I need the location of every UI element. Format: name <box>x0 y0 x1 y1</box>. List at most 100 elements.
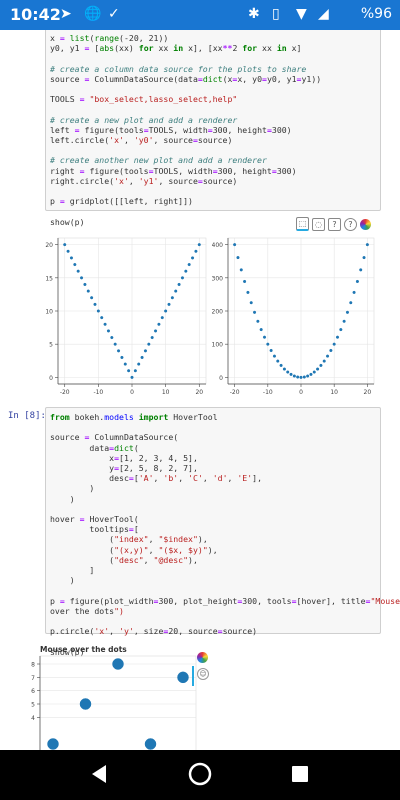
data-point[interactable] <box>335 335 340 339</box>
data-point[interactable] <box>174 289 178 293</box>
data-point[interactable] <box>345 310 350 314</box>
data-point[interactable] <box>197 243 201 247</box>
data-point[interactable] <box>180 276 185 280</box>
data-point[interactable] <box>365 243 369 247</box>
data-point[interactable] <box>73 262 77 267</box>
data-point[interactable] <box>153 329 158 333</box>
help-icon[interactable]: ? <box>328 217 341 231</box>
data-point[interactable] <box>66 249 70 253</box>
code-block[interactable]: from bokeh.models import HoverTool sourc… <box>50 412 400 657</box>
data-point[interactable] <box>306 374 310 378</box>
data-point[interactable] <box>69 256 74 260</box>
data-point[interactable] <box>194 249 198 253</box>
hover-tool-icon[interactable]: ☺ <box>197 668 209 680</box>
data-point[interactable] <box>233 243 237 247</box>
data-point[interactable] <box>352 290 356 294</box>
recents-icon[interactable] <box>290 762 310 786</box>
data-point[interactable] <box>329 348 333 353</box>
data-point[interactable] <box>110 335 114 340</box>
lasso-select-icon[interactable]: ◌ <box>312 217 325 231</box>
data-point[interactable] <box>63 243 67 247</box>
data-point[interactable] <box>246 290 250 294</box>
code-block[interactable]: x = list(range(-20, 21)) y0, y1 = [abs(x… <box>50 33 376 227</box>
data-point[interactable] <box>236 256 240 260</box>
data-point[interactable] <box>177 282 181 287</box>
data-point[interactable] <box>79 276 84 280</box>
data-point[interactable] <box>167 302 171 306</box>
data-point[interactable] <box>349 301 353 305</box>
data-point[interactable] <box>342 319 346 323</box>
data-point[interactable] <box>113 342 117 346</box>
data-point[interactable] <box>177 671 189 684</box>
data-point[interactable] <box>76 269 80 273</box>
data-point[interactable] <box>190 256 195 260</box>
data-point[interactable] <box>256 319 260 323</box>
home-icon[interactable] <box>188 762 212 786</box>
data-point[interactable] <box>157 322 161 326</box>
data-point[interactable] <box>106 329 111 333</box>
data-point[interactable] <box>150 335 154 340</box>
data-point[interactable] <box>144 738 157 750</box>
data-point[interactable] <box>243 279 247 284</box>
data-point[interactable] <box>355 279 359 284</box>
data-point[interactable] <box>170 296 174 300</box>
data-point[interactable] <box>137 362 141 366</box>
data-point[interactable] <box>269 348 273 353</box>
data-point[interactable] <box>276 359 280 363</box>
data-point[interactable] <box>47 738 59 750</box>
data-point[interactable] <box>322 359 326 363</box>
data-point[interactable] <box>79 698 92 710</box>
data-point[interactable] <box>289 372 293 376</box>
data-point[interactable] <box>127 369 131 373</box>
data-point[interactable] <box>302 375 306 379</box>
data-point[interactable] <box>312 370 316 374</box>
data-point[interactable] <box>286 370 290 374</box>
data-point[interactable] <box>332 342 336 346</box>
data-point[interactable] <box>86 289 90 293</box>
data-point[interactable] <box>83 282 87 287</box>
data-point[interactable] <box>160 316 164 320</box>
plot-right[interactable]: 0 100 200 300 400 -20 -10 0 10 20 <box>212 232 380 404</box>
data-point[interactable] <box>296 375 300 379</box>
data-point[interactable] <box>339 328 343 332</box>
data-point[interactable] <box>319 363 323 367</box>
code-cell-top[interactable]: x = list(range(-20, 21)) y0, y1 = [abs(x… <box>45 30 381 227</box>
data-point[interactable] <box>103 322 107 326</box>
plot-left[interactable]: 0 5 10 15 20 -20 -10 0 10 20 <box>44 232 212 404</box>
data-point[interactable] <box>309 372 313 376</box>
data-point[interactable] <box>325 354 330 358</box>
data-point[interactable] <box>187 262 191 267</box>
data-point[interactable] <box>133 369 137 373</box>
data-point[interactable] <box>143 349 148 353</box>
data-point[interactable] <box>164 309 168 313</box>
data-point[interactable] <box>120 355 124 360</box>
data-point[interactable] <box>184 269 188 273</box>
data-point[interactable] <box>262 335 267 339</box>
data-point[interactable] <box>272 354 277 358</box>
data-point[interactable] <box>279 363 283 367</box>
data-point[interactable] <box>147 342 151 346</box>
data-point[interactable] <box>93 302 97 306</box>
back-icon[interactable] <box>88 762 110 786</box>
data-point[interactable] <box>266 342 270 346</box>
code-cell-hover[interactable]: from bokeh.models import HoverTool sourc… <box>45 407 400 657</box>
data-point[interactable] <box>282 367 286 371</box>
data-point[interactable] <box>140 355 144 360</box>
data-point[interactable] <box>100 316 104 320</box>
help-circle-icon[interactable]: ? <box>344 217 357 231</box>
data-point[interactable] <box>130 375 134 379</box>
data-point[interactable] <box>259 328 263 332</box>
data-point[interactable] <box>112 658 124 670</box>
data-point[interactable] <box>116 349 121 353</box>
data-point[interactable] <box>239 268 243 272</box>
data-point[interactable] <box>249 301 253 305</box>
data-point[interactable] <box>299 375 303 379</box>
data-point[interactable] <box>252 310 257 314</box>
data-point[interactable] <box>292 374 296 378</box>
plot-hover[interactable]: Mouse over the dots 4 5 6 7 8 <box>28 642 218 750</box>
data-point[interactable] <box>316 367 320 371</box>
data-point[interactable] <box>362 256 366 260</box>
data-point[interactable] <box>123 362 127 366</box>
data-point[interactable] <box>359 268 363 272</box>
notebook-content[interactable]: x = list(range(-20, 21)) y0, y1 = [abs(x… <box>0 30 400 750</box>
